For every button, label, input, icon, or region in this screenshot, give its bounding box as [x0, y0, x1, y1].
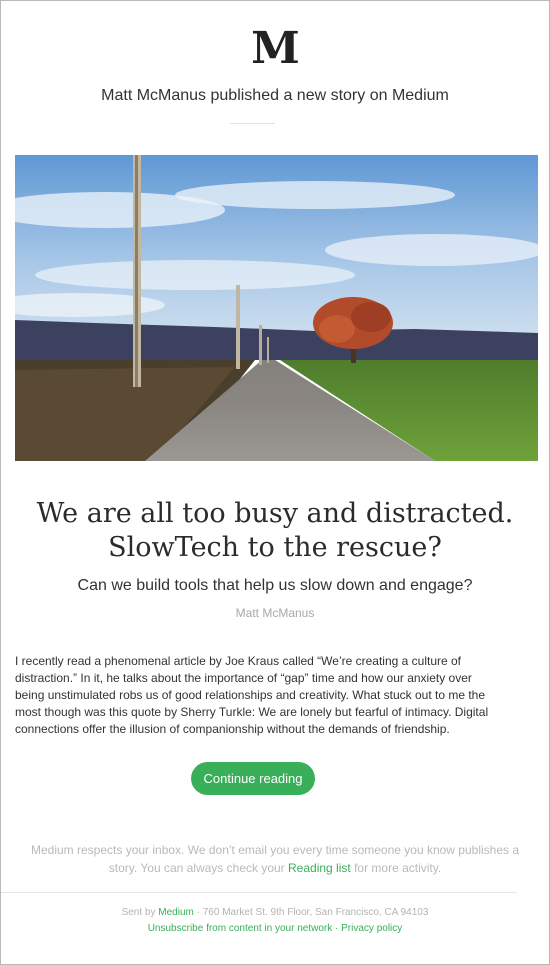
medium-logo[interactable]: M: [1, 27, 549, 71]
email-frame: M Matt McManus published a new story on …: [0, 0, 550, 965]
story-excerpt: I recently read a phenomenal article by …: [15, 654, 489, 736]
footer-link-separator: ·: [335, 923, 339, 934]
publish-notice: Matt McManus published a new story on Me…: [101, 87, 449, 104]
inbox-note: Medium respects your inbox. We don’t ema…: [31, 841, 519, 877]
story-title[interactable]: We are all too busy and distracted. Slow…: [21, 497, 529, 565]
inbox-note-text-2: for more activity.: [354, 861, 442, 875]
footer-divider: [1, 892, 517, 893]
inbox-note-text-1: Medium respects your inbox. We don’t ema…: [31, 843, 520, 875]
story-subtitle: Can we build tools that help us slow dow…: [77, 577, 473, 594]
footer-sender: Sent by Medium · 760 Market St. 9th Floo…: [1, 907, 549, 918]
header-divider: [230, 123, 275, 124]
privacy-policy-link[interactable]: Privacy policy: [341, 923, 402, 934]
reading-list-link[interactable]: Reading list: [288, 861, 351, 875]
footer-sent-by: Sent by: [121, 907, 156, 918]
story-title-line1: We are all too busy and distracted.: [36, 498, 514, 529]
hero-image[interactable]: [15, 155, 538, 461]
continue-reading-button[interactable]: Continue reading: [191, 762, 315, 795]
story-author[interactable]: Matt McManus: [1, 606, 549, 620]
footer-links: Unsubscribe from content in your network…: [1, 923, 549, 934]
story-title-line2: SlowTech to the rescue?: [108, 532, 442, 563]
unsubscribe-link[interactable]: Unsubscribe from content in your network: [148, 923, 333, 934]
medium-link[interactable]: Medium: [158, 907, 194, 918]
footer-address: · 760 Market St. 9th Floor, San Francisc…: [196, 907, 429, 918]
